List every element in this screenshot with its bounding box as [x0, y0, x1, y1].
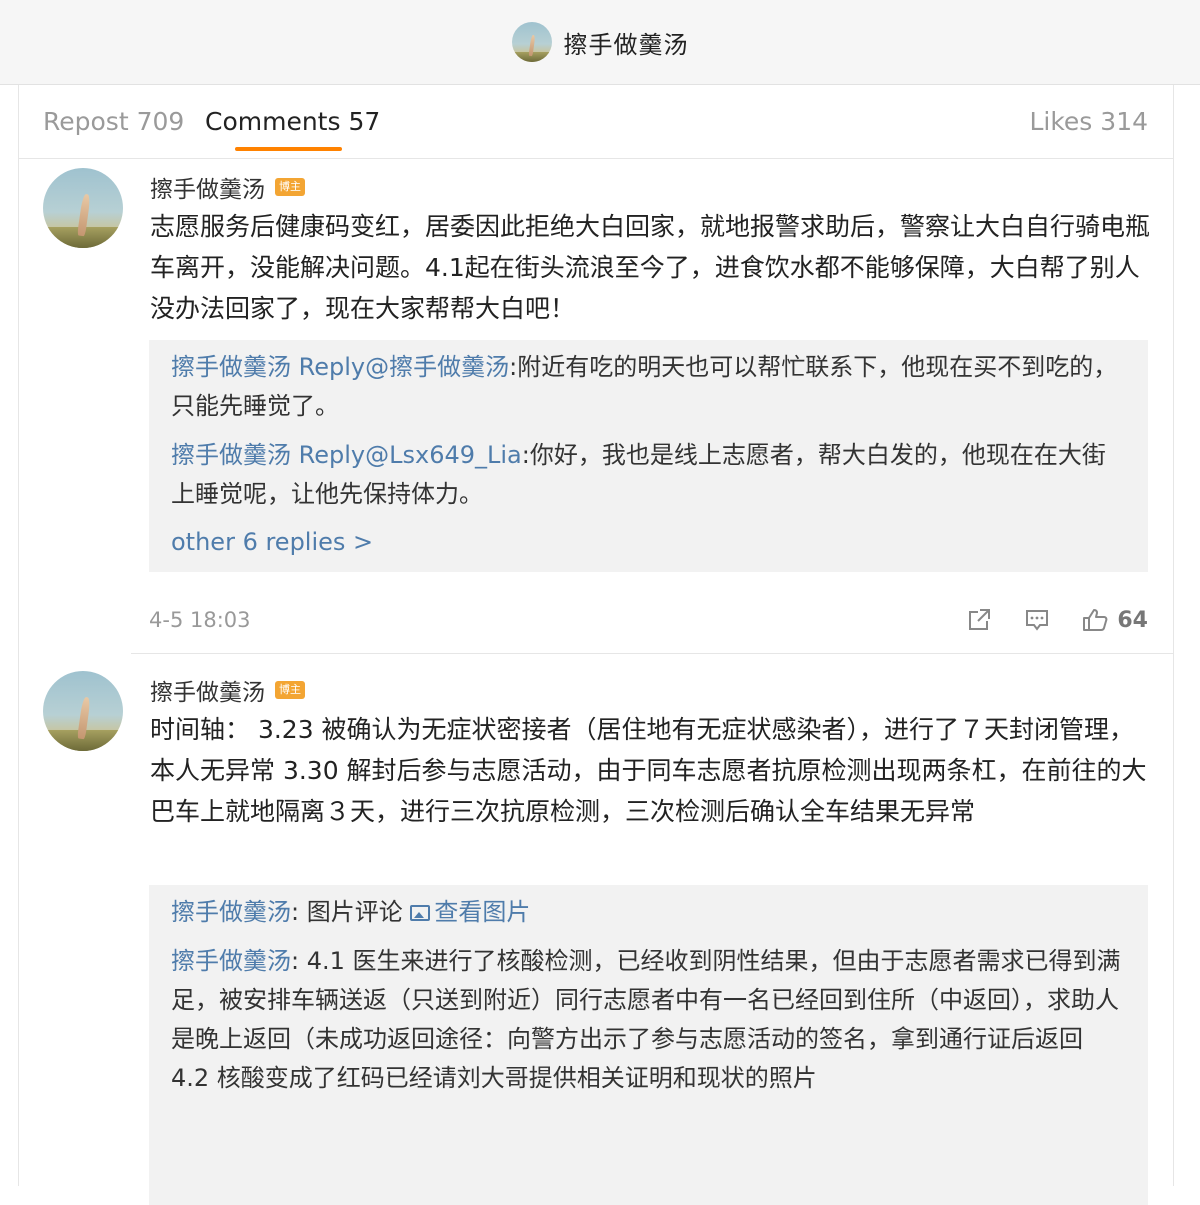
view-image-link[interactable]: 查看图片	[434, 898, 530, 926]
comment-username[interactable]: 擦手做羹汤	[150, 170, 265, 204]
comment-item: 擦手做羹汤 博主 时间轴： 3.23 被确认为无症状密接者（居住地有无症状感染者…	[18, 661, 1174, 1205]
reply-username[interactable]: 擦手做羹汤	[171, 898, 291, 926]
header-avatar[interactable]	[511, 22, 552, 62]
reply-item: 擦手做羹汤 Reply@Lsx649_Lia:你好，我也是线上志愿者，帮大白发的…	[171, 436, 1128, 514]
like-count: 64	[1117, 607, 1148, 633]
comment-avatar[interactable]	[43, 168, 123, 248]
replies-box: 擦手做羹汤 Reply@擦手做羹汤:附近有吃的明天也可以帮忙联系下，他现在买不到…	[149, 340, 1148, 572]
reply-colon: :	[509, 353, 518, 381]
comment-body: 志愿服务后健康码变红，居委因此拒绝大白回家，就地报警求助后，警察让大白自行骑电瓶…	[150, 212, 1151, 323]
reply-colon: :	[291, 947, 300, 975]
author-badge: 博主	[275, 681, 305, 699]
like-control[interactable]: 64	[1081, 606, 1148, 634]
comment-divider	[131, 653, 1174, 654]
tab-comments[interactable]: Comments 57	[205, 107, 380, 136]
comment-username[interactable]: 擦手做羹汤	[150, 673, 265, 707]
share-icon[interactable]	[965, 606, 993, 634]
reply-item: 擦手做羹汤: 图片评论 查看图片	[171, 893, 1128, 932]
page-title: 擦手做羹汤	[563, 30, 689, 59]
comment-item: 擦手做羹汤 博主 志愿服务后健康码变红，居委因此拒绝大白回家，就地报警求助后，警…	[18, 158, 1174, 653]
comment-header: 擦手做羹汤 博主	[150, 673, 305, 707]
reply-target[interactable]: Lsx649_Lia	[389, 441, 522, 469]
reply-username[interactable]: 擦手做羹汤	[171, 947, 291, 975]
replies-box: 擦手做羹汤: 图片评论 查看图片 擦手做羹汤: 4.1 医生来进行了核酸检测，已…	[149, 885, 1148, 1205]
reply-colon: :	[291, 898, 300, 926]
reply-username[interactable]: 擦手做羹汤	[171, 441, 291, 469]
comment-meta: 4-5 18:03 64	[149, 600, 1148, 640]
reply-target[interactable]: 擦手做羹汤	[389, 353, 509, 381]
comment-icon[interactable]	[1023, 606, 1051, 634]
reply-text: 4.1 医生来进行了核酸检测，已经收到阴性结果，但由于志愿者需求已得到满足，被安…	[171, 947, 1121, 1092]
top-bar: 擦手做羹汤	[0, 0, 1200, 85]
comment-actions: 64	[965, 606, 1148, 634]
reply-prefix: Reply@	[291, 441, 390, 469]
active-tab-indicator	[235, 147, 342, 151]
comment-header: 擦手做羹汤 博主	[150, 170, 305, 204]
tab-repost[interactable]: Repost 709	[43, 107, 184, 136]
comment-body: 时间轴： 3.23 被确认为无症状密接者（居住地有无症状感染者），进行了７天封闭…	[150, 715, 1147, 826]
author-badge: 博主	[275, 178, 305, 196]
comment-time: 4-5 18:03	[149, 608, 251, 632]
tab-likes[interactable]: Likes 314	[1029, 107, 1148, 136]
tab-bar: Repost 709 Comments 57 Likes 314	[18, 85, 1174, 159]
image-icon	[410, 905, 431, 921]
reply-item: 擦手做羹汤 Reply@擦手做羹汤:附近有吃的明天也可以帮忙联系下，他现在买不到…	[171, 348, 1128, 426]
reply-username[interactable]: 擦手做羹汤	[171, 353, 291, 381]
reply-item: 擦手做羹汤: 4.1 医生来进行了核酸检测，已经收到阴性结果，但由于志愿者需求已…	[171, 942, 1128, 1098]
like-icon[interactable]	[1081, 606, 1109, 634]
comment-avatar[interactable]	[43, 671, 123, 751]
reply-text: 图片评论	[299, 898, 411, 926]
reply-prefix: Reply@	[291, 353, 390, 381]
reply-colon: :	[521, 441, 530, 469]
other-replies-link[interactable]: other 6 replies >	[171, 524, 1128, 560]
